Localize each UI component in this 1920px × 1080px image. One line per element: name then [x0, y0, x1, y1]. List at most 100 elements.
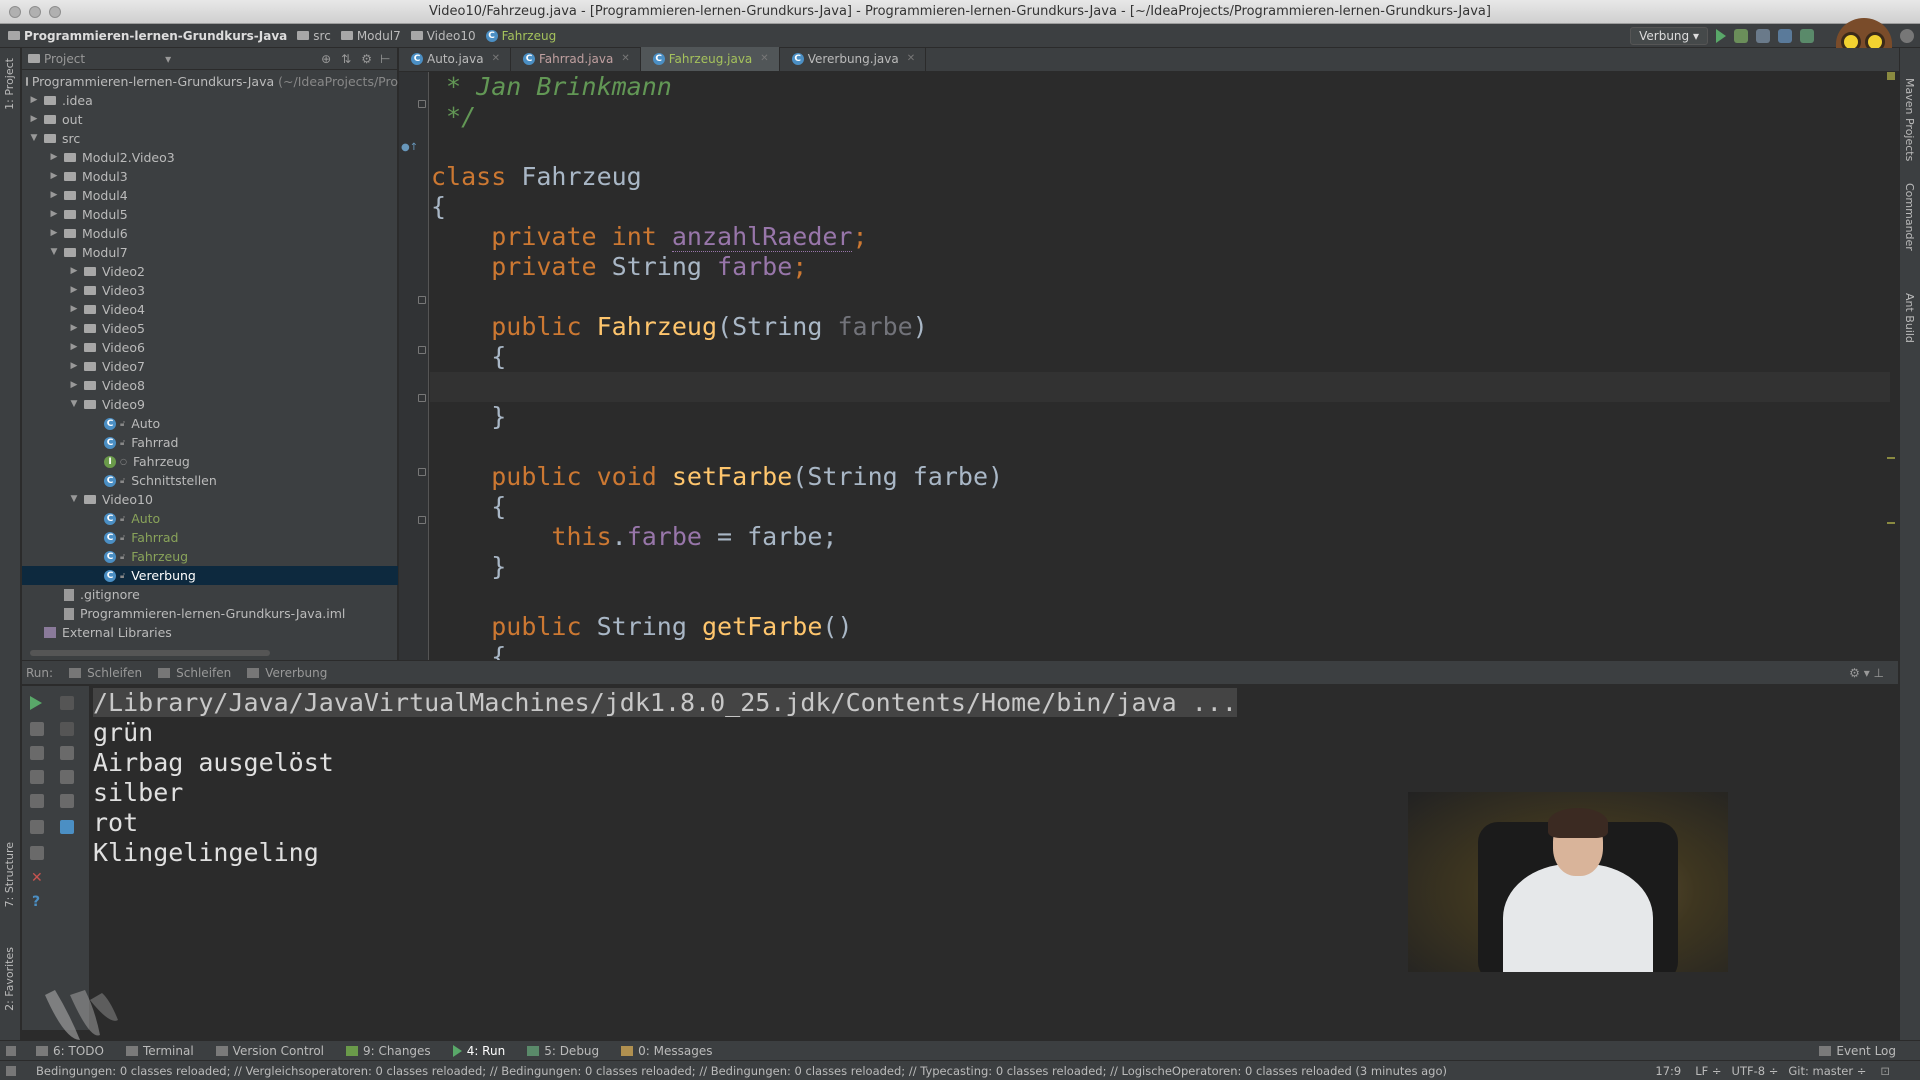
- dump-threads-icon[interactable]: [30, 770, 44, 784]
- tree-item[interactable]: C 🔓︎ Auto: [22, 509, 398, 528]
- vcs-update-icon[interactable]: [1778, 29, 1792, 43]
- tab-auto-java[interactable]: C Auto.java ✕: [399, 47, 511, 71]
- gear-icon[interactable]: ⚙ ▾ ⊥: [1849, 666, 1884, 680]
- close-icon[interactable]: ✕: [492, 47, 500, 71]
- chevron-right-icon[interactable]: ▶: [48, 167, 60, 186]
- chevron-right-icon[interactable]: ▶: [48, 148, 60, 167]
- chevron-right-icon[interactable]: ▶: [68, 281, 80, 300]
- tree-item[interactable]: C 🔓︎ Fahrzeug: [22, 547, 398, 566]
- run-tab-schleifen-2[interactable]: Schleifen: [158, 666, 231, 680]
- tree-item[interactable]: ▶ Video5: [22, 319, 398, 338]
- tree-item[interactable]: C 🔓︎ Schnittstellen: [22, 471, 398, 490]
- tool-tab-commander[interactable]: Commander: [1903, 183, 1916, 251]
- code-editor[interactable]: ●↑ * Jan Brinkmann */ class Fahrzeug { p…: [399, 72, 1899, 660]
- tool-version-control[interactable]: Version Control: [215, 1044, 324, 1058]
- down-arrow-icon[interactable]: [60, 722, 74, 736]
- tool-tab-favorites[interactable]: 2: Favorites: [1, 943, 18, 1015]
- caret-position[interactable]: 17:9: [1655, 1064, 1681, 1078]
- vcs-commit-icon[interactable]: [1800, 29, 1814, 43]
- fold-marker[interactable]: [418, 516, 426, 524]
- tree-item[interactable]: ▶ Modul3: [22, 167, 398, 186]
- tab-fahrrad-java[interactable]: C Fahrrad.java ✕: [511, 47, 641, 71]
- collapse-all-icon[interactable]: ⇅: [341, 52, 351, 66]
- project-panel-title[interactable]: Project: [44, 52, 85, 66]
- chevron-right-icon[interactable]: ▶: [28, 91, 40, 110]
- status-layout-icon[interactable]: [6, 1065, 16, 1076]
- tree-item[interactable]: ▶ Video3: [22, 281, 398, 300]
- file-encoding[interactable]: UTF-8 ÷: [1732, 1064, 1779, 1078]
- tree-item[interactable]: C 🔓︎ Fahrrad: [22, 433, 398, 452]
- run-config-select[interactable]: Verbung ▾: [1630, 27, 1708, 45]
- tool-run[interactable]: 4: Run: [452, 1044, 505, 1058]
- scroll-to-end-icon[interactable]: [60, 770, 74, 784]
- exit-icon[interactable]: [30, 794, 44, 808]
- search-icon[interactable]: [1900, 29, 1914, 43]
- tool-messages[interactable]: 0: Messages: [621, 1044, 713, 1058]
- chevron-right-icon[interactable]: ▶: [28, 110, 40, 129]
- close-icon[interactable]: ✕: [31, 870, 43, 886]
- tree-item[interactable]: ▶ Modul5: [22, 205, 398, 224]
- scroll-from-source-icon[interactable]: ⊕: [321, 52, 331, 66]
- tree-item[interactable]: ▶ Video4: [22, 300, 398, 319]
- tree-item[interactable]: C 🔓︎ Fahrrad: [22, 528, 398, 547]
- tree-item[interactable]: ▶ Video6: [22, 338, 398, 357]
- fold-marker[interactable]: [418, 346, 426, 354]
- tree-item[interactable]: .gitignore: [22, 585, 398, 604]
- tree-item[interactable]: I ○ Fahrzeug: [22, 452, 398, 471]
- chevron-right-icon[interactable]: ▶: [48, 205, 60, 224]
- tree-item[interactable]: C 🔓︎ Auto: [22, 414, 398, 433]
- tool-tab-structure[interactable]: 7: Structure: [1, 838, 18, 911]
- minimize-window-button[interactable]: [29, 6, 41, 18]
- breadcrumb-modul7[interactable]: Modul7: [340, 29, 401, 43]
- editor-scrollbar[interactable]: [1885, 72, 1897, 660]
- chevron-right-icon[interactable]: ▶: [68, 300, 80, 319]
- tree-item[interactable]: ▶ Modul6: [22, 224, 398, 243]
- tree-item[interactable]: ▼ Video9: [22, 395, 398, 414]
- tree-item[interactable]: ▶ Video8: [22, 376, 398, 395]
- soft-wrap-icon[interactable]: [60, 746, 74, 760]
- tree-item[interactable]: ▶ out: [22, 110, 398, 129]
- breadcrumb-project[interactable]: Programmieren-lernen-Grundkurs-Java: [8, 29, 287, 43]
- status-message[interactable]: Bedingungen: 0 classes reloaded; // Verg…: [36, 1064, 1447, 1078]
- chevron-right-icon[interactable]: ▶: [68, 357, 80, 376]
- tool-tab-maven[interactable]: Maven Projects: [1903, 78, 1916, 161]
- tree-root[interactable]: Programmieren-lernen-Grundkurs-Java (~/I…: [22, 72, 398, 91]
- run-icon[interactable]: [1716, 29, 1726, 43]
- tool-changes[interactable]: 9: Changes: [346, 1044, 431, 1058]
- chevron-right-icon[interactable]: ▶: [68, 376, 80, 395]
- hide-panel-icon[interactable]: ⊢: [380, 52, 390, 66]
- tool-event-log[interactable]: Event Log: [1819, 1044, 1896, 1058]
- pause-icon[interactable]: [30, 746, 44, 760]
- help-icon[interactable]: ?: [32, 894, 40, 910]
- debug-icon[interactable]: [1734, 29, 1748, 43]
- lock-icon[interactable]: ⊡: [1880, 1064, 1890, 1078]
- chevron-right-icon[interactable]: ▶: [48, 186, 60, 205]
- vcs-branch[interactable]: Git: master ÷: [1788, 1064, 1866, 1078]
- tree-item[interactable]: C 🔓︎ Vererbung: [22, 566, 398, 585]
- fold-marker[interactable]: [418, 468, 426, 476]
- coverage-icon[interactable]: [1756, 29, 1770, 43]
- toggle-tool-windows-icon[interactable]: [6, 1045, 16, 1056]
- tool-tab-project[interactable]: 1: Project: [1, 54, 18, 114]
- chevron-right-icon[interactable]: ▶: [68, 262, 80, 281]
- chevron-right-icon[interactable]: ▶: [48, 224, 60, 243]
- chevron-down-icon[interactable]: ▼: [68, 395, 80, 414]
- tree-item[interactable]: ▶ Modul2.Video3: [22, 148, 398, 167]
- tree-item[interactable]: ▼ src: [22, 129, 398, 148]
- tool-tab-ant[interactable]: Ant Build: [1903, 293, 1916, 343]
- tool-todo[interactable]: 6: TODO: [36, 1044, 104, 1058]
- tool-debug[interactable]: 5: Debug: [527, 1044, 599, 1058]
- rerun-icon[interactable]: [30, 696, 42, 710]
- chevron-down-icon[interactable]: ▼: [48, 243, 60, 262]
- tree-item[interactable]: ▼ Video10: [22, 490, 398, 509]
- tree-item[interactable]: Programmieren-lernen-Grundkurs-Java.iml: [22, 604, 398, 623]
- breadcrumb-src[interactable]: src: [297, 29, 331, 43]
- fold-marker[interactable]: [418, 100, 426, 108]
- tree-item[interactable]: ▶ Video7: [22, 357, 398, 376]
- breadcrumb-fahrzeug[interactable]: C Fahrzeug: [485, 29, 556, 43]
- run-tab-vererbung[interactable]: Vererbung: [247, 666, 327, 680]
- line-separator[interactable]: LF ÷: [1695, 1064, 1721, 1078]
- tree-item[interactable]: ▶ .idea: [22, 91, 398, 110]
- chevron-down-icon[interactable]: ▼: [68, 490, 80, 509]
- close-icon[interactable]: ✕: [621, 47, 629, 71]
